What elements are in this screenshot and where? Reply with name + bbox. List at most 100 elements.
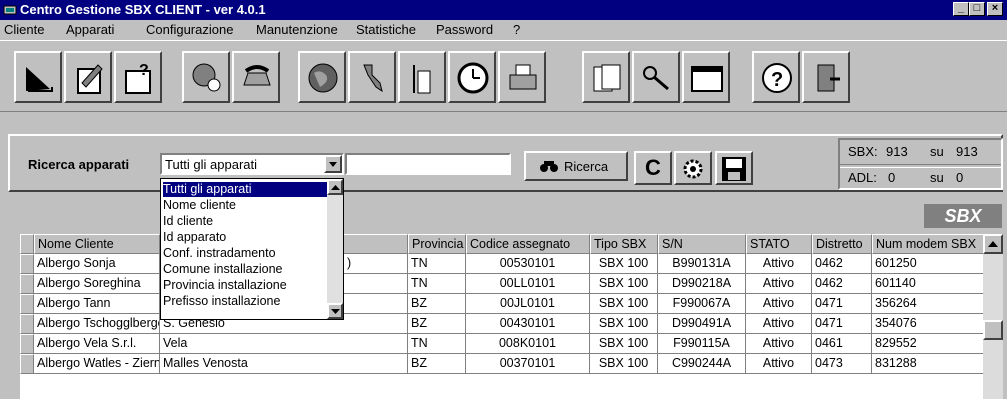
cell-sn[interactable]: B990131A bbox=[658, 254, 746, 274]
cell-tipo[interactable]: SBX 100 bbox=[590, 274, 658, 294]
menu-statistiche[interactable]: Statistiche bbox=[356, 22, 416, 37]
toolbar-button-14[interactable]: ? bbox=[752, 51, 800, 103]
toolbar-button-3[interactable]: ? bbox=[114, 51, 162, 103]
toolbar-button-4[interactable] bbox=[182, 51, 230, 103]
cell-provincia[interactable]: BZ bbox=[408, 314, 466, 334]
cell-nome[interactable]: Albergo Vela S.r.l. bbox=[34, 334, 160, 354]
cell-provincia[interactable]: TN bbox=[408, 254, 466, 274]
menu-password[interactable]: Password bbox=[436, 22, 493, 37]
col-stato[interactable]: STATO bbox=[746, 234, 812, 254]
chevron-down-icon[interactable] bbox=[324, 155, 342, 173]
row-selector[interactable] bbox=[20, 294, 34, 314]
toolbar-button-12[interactable] bbox=[632, 51, 680, 103]
cell-stato[interactable]: Attivo bbox=[746, 354, 812, 374]
dropdown-scroll-up[interactable] bbox=[327, 179, 343, 195]
cell-tipo[interactable]: SBX 100 bbox=[590, 354, 658, 374]
col-sn[interactable]: S/N bbox=[658, 234, 746, 254]
cell-stato[interactable]: Attivo bbox=[746, 274, 812, 294]
search-input[interactable] bbox=[345, 153, 511, 175]
row-selector[interactable] bbox=[20, 314, 34, 334]
cell-codice[interactable]: 00370101 bbox=[466, 354, 590, 374]
settings-button[interactable] bbox=[674, 151, 712, 185]
option-nome-cliente[interactable]: Nome cliente bbox=[163, 198, 236, 213]
toolbar-button-10[interactable] bbox=[498, 51, 546, 103]
cell-distretto[interactable]: 0462 bbox=[812, 274, 872, 294]
toolbar-button-8[interactable] bbox=[398, 51, 446, 103]
cell-provincia[interactable]: TN bbox=[408, 274, 466, 294]
row-selector[interactable] bbox=[20, 334, 34, 354]
cell-tipo[interactable]: SBX 100 bbox=[590, 334, 658, 354]
save-button[interactable] bbox=[715, 151, 753, 185]
refresh-button[interactable]: C bbox=[634, 151, 672, 185]
cell-sn[interactable]: F990067A bbox=[658, 294, 746, 314]
cell-distretto[interactable]: 0462 bbox=[812, 254, 872, 274]
toolbar-button-9[interactable] bbox=[448, 51, 496, 103]
cell-distretto[interactable]: 0473 bbox=[812, 354, 872, 374]
cell-tipo[interactable]: SBX 100 bbox=[590, 254, 658, 274]
cell-provincia[interactable]: BZ bbox=[408, 354, 466, 374]
scroll-up-button[interactable] bbox=[983, 234, 1003, 254]
toolbar-button-1[interactable] bbox=[14, 51, 62, 103]
search-button[interactable]: Ricerca bbox=[524, 151, 628, 181]
dropdown-scroll-down[interactable] bbox=[327, 303, 343, 319]
menu-configurazione[interactable]: Configurazione bbox=[146, 22, 233, 37]
toolbar-button-7[interactable] bbox=[348, 51, 396, 103]
cell-distretto[interactable]: 0471 bbox=[812, 294, 872, 314]
cell-comune[interactable]: Vela bbox=[160, 334, 408, 354]
toolbar-button-15[interactable] bbox=[802, 51, 850, 103]
cell-nome[interactable]: Albergo Tschogglbergerhof bbox=[34, 314, 160, 334]
toolbar-button-5[interactable] bbox=[232, 51, 280, 103]
cell-nome[interactable]: Albergo Sonja bbox=[34, 254, 160, 274]
cell-comune[interactable]: Malles Venosta bbox=[160, 354, 408, 374]
table-scrollbar[interactable] bbox=[983, 234, 1003, 399]
option-provincia-installazione[interactable]: Provincia installazione bbox=[163, 278, 287, 293]
close-button[interactable]: × bbox=[987, 2, 1003, 16]
menu-help[interactable]: ? bbox=[513, 22, 520, 37]
dropdown-scrollbar[interactable] bbox=[327, 179, 343, 319]
title-bar[interactable]: Centro Gestione SBX CLIENT - ver 4.0.1 _… bbox=[0, 0, 1007, 20]
cell-distretto[interactable]: 0471 bbox=[812, 314, 872, 334]
cell-nome[interactable]: Albergo Soreghina bbox=[34, 274, 160, 294]
search-type-select[interactable]: Tutti gli apparati bbox=[160, 153, 344, 175]
cell-tipo[interactable]: SBX 100 bbox=[590, 294, 658, 314]
col-nome-cliente[interactable]: Nome Cliente bbox=[34, 234, 160, 254]
search-type-dropdown[interactable]: Tutti gli apparati Nome cliente Id clien… bbox=[160, 178, 344, 320]
toolbar-button-2[interactable] bbox=[64, 51, 112, 103]
menu-cliente[interactable]: Cliente bbox=[4, 22, 44, 37]
option-comune-installazione[interactable]: Comune installazione bbox=[163, 262, 283, 277]
cell-stato[interactable]: Attivo bbox=[746, 314, 812, 334]
cell-distretto[interactable]: 0461 bbox=[812, 334, 872, 354]
menu-manutenzione[interactable]: Manutenzione bbox=[256, 22, 338, 37]
cell-stato[interactable]: Attivo bbox=[746, 334, 812, 354]
col-codice[interactable]: Codice assegnato bbox=[466, 234, 590, 254]
cell-nome[interactable]: Albergo Tann bbox=[34, 294, 160, 314]
cell-stato[interactable]: Attivo bbox=[746, 254, 812, 274]
option-prefisso-installazione[interactable]: Prefisso installazione bbox=[163, 294, 280, 309]
menu-apparati[interactable]: Apparati bbox=[66, 22, 114, 37]
scroll-thumb[interactable] bbox=[983, 320, 1003, 340]
cell-provincia[interactable]: BZ bbox=[408, 294, 466, 314]
maximize-button[interactable]: □ bbox=[969, 2, 985, 16]
row-selector[interactable] bbox=[20, 254, 34, 274]
option-conf-instradamento[interactable]: Conf. instradamento bbox=[163, 246, 276, 261]
minimize-button[interactable]: _ bbox=[953, 2, 969, 16]
cell-sn[interactable]: D990218A bbox=[658, 274, 746, 294]
cell-codice[interactable]: 00430101 bbox=[466, 314, 590, 334]
cell-tipo[interactable]: SBX 100 bbox=[590, 314, 658, 334]
toolbar-button-13[interactable] bbox=[682, 51, 730, 103]
option-id-apparato[interactable]: Id apparato bbox=[163, 230, 226, 245]
cell-provincia[interactable]: TN bbox=[408, 334, 466, 354]
cell-codice[interactable]: 00JL0101 bbox=[466, 294, 590, 314]
cell-nome[interactable]: Albergo Watles - Ziernheld G bbox=[34, 354, 160, 374]
toolbar-button-6[interactable] bbox=[298, 51, 346, 103]
col-distretto[interactable]: Distretto bbox=[812, 234, 872, 254]
cell-sn[interactable]: D990491A bbox=[658, 314, 746, 334]
col-provincia[interactable]: Provincia bbox=[408, 234, 466, 254]
cell-codice[interactable]: 008K0101 bbox=[466, 334, 590, 354]
row-selector[interactable] bbox=[20, 354, 34, 374]
col-tipo[interactable]: Tipo SBX bbox=[590, 234, 658, 254]
option-id-cliente[interactable]: Id cliente bbox=[163, 214, 213, 229]
row-selector[interactable] bbox=[20, 274, 34, 294]
cell-sn[interactable]: C990244A bbox=[658, 354, 746, 374]
cell-codice[interactable]: 00LL0101 bbox=[466, 274, 590, 294]
